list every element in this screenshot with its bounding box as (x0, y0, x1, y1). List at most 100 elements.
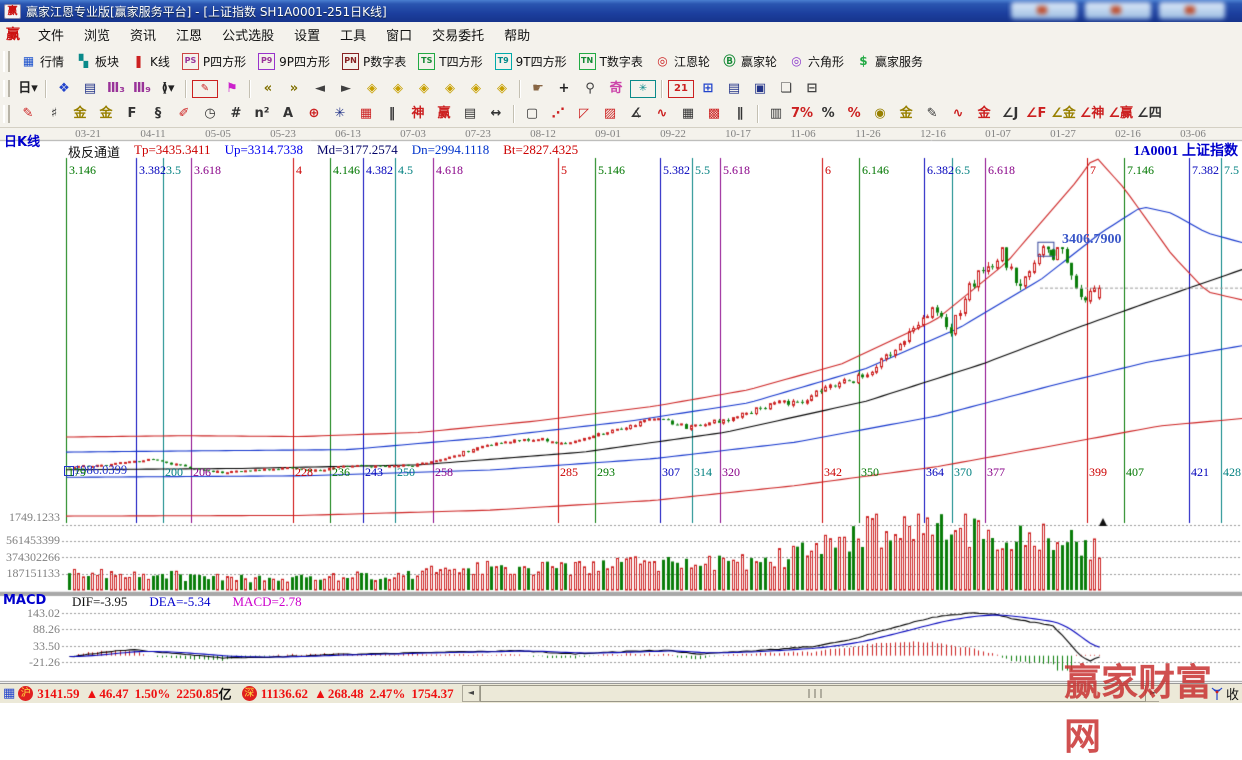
crosshair-icon[interactable]: + (552, 79, 576, 99)
grid-c-icon[interactable]: ▩ (702, 104, 726, 124)
gann-diamond-2-icon[interactable]: ◈ (386, 79, 410, 99)
corner-fan-icon[interactable]: ◸ (572, 104, 596, 124)
menu-item-3[interactable]: 江恩 (166, 23, 212, 46)
box-hatch-icon[interactable]: ▨ (598, 104, 622, 124)
hand-tool-icon[interactable]: ☛ (526, 79, 550, 99)
calculator-icon[interactable]: ⊞ (696, 79, 720, 99)
shen-tool-icon[interactable]: 神 (406, 104, 430, 124)
scrollbar-thumb[interactable] (480, 685, 1146, 702)
sz-index-icon[interactable]: 深 (242, 686, 257, 701)
toolbar-button-t-square[interactable]: TST四方形 (412, 51, 488, 72)
ruler-123-icon[interactable]: ▤ (458, 104, 482, 124)
sh-index-icon[interactable]: 沪 (18, 686, 33, 701)
grid-b-icon[interactable]: ▦ (676, 104, 700, 124)
spiral-icon[interactable]: § (146, 104, 170, 124)
toolbar-button-gann-wheel[interactable]: ◎江恩轮 (649, 51, 716, 72)
gold-gann-b-icon[interactable]: 金 (94, 104, 118, 124)
hatch-ruler-icon[interactable]: ♯ (42, 104, 66, 124)
save-icon[interactable]: ▣ (748, 79, 772, 99)
smart-analysis-icon[interactable]: ✳ (630, 80, 656, 98)
menu-item-6[interactable]: 工具 (330, 23, 376, 46)
fan-lines-icon[interactable]: ⋰ (546, 104, 570, 124)
gann-diamond-3-icon[interactable]: ◈ (412, 79, 436, 99)
report-icon[interactable]: ▤ (722, 79, 746, 99)
angle-f-icon[interactable]: ∠F (1024, 104, 1048, 124)
toolbar-button-hexagon[interactable]: ◎六角形 (783, 51, 850, 72)
toolbar-button-t-number[interactable]: TNT数字表 (573, 51, 649, 72)
market-table-icon[interactable]: ▦ (3, 686, 15, 701)
gold-red-icon[interactable]: 金 (972, 104, 996, 124)
sh-index-price[interactable]: 3141.59 (37, 686, 79, 702)
menu-item-4[interactable]: 公式选股 (212, 23, 284, 46)
gann-diamond-5-icon[interactable]: ◈ (464, 79, 488, 99)
angle-icon[interactable]: ∡ (624, 104, 648, 124)
gold-gann-a-icon[interactable]: 金 (68, 104, 92, 124)
percent-line-icon[interactable]: % (842, 104, 866, 124)
toolbar-button-p-square[interactable]: PSP四方形 (176, 51, 252, 72)
ying-tool-icon[interactable]: 赢 (432, 104, 456, 124)
percent-icon[interactable]: % (816, 104, 840, 124)
menu-item-1[interactable]: 浏览 (74, 23, 120, 46)
apex-line-icon[interactable]: A (276, 104, 300, 124)
spider-web-icon[interactable]: ✳ (328, 104, 352, 124)
toolbar-button-p-number[interactable]: PNP数字表 (336, 51, 412, 72)
angle-j-icon[interactable]: ∠J (998, 104, 1022, 124)
nav-prev-icon[interactable]: ◄ (308, 79, 332, 99)
angle-shen-icon[interactable]: ∠神 (1079, 104, 1106, 124)
period-candle-icon[interactable]: 日▾ (16, 79, 40, 99)
angle-ying-icon[interactable]: ∠赢 (1107, 104, 1134, 124)
grid-red-icon[interactable]: ▦ (354, 104, 378, 124)
scroll-left-button[interactable]: ◄ (462, 685, 480, 702)
wave-b-icon[interactable]: ∿ (946, 104, 970, 124)
volume-ruler-icon[interactable]: ▥ (764, 104, 788, 124)
width-arrow-icon[interactable]: ↔ (484, 104, 508, 124)
menu-item-5[interactable]: 设置 (284, 23, 330, 46)
snapshot-icon[interactable]: ❏ (774, 79, 798, 99)
circle-cross-icon[interactable]: ⊕ (302, 104, 326, 124)
menu-item-9[interactable]: 帮助 (494, 23, 540, 46)
toolbar-button-9p-square[interactable]: P99P四方形 (252, 51, 336, 72)
nav-last-icon[interactable]: » (282, 79, 306, 99)
toolbar-button-service[interactable]: $赢家服务 (850, 51, 929, 72)
bar-pair-icon[interactable]: ‖ (380, 104, 404, 124)
color-flag-icon[interactable]: ⚑ (220, 79, 244, 99)
angle-gold-icon[interactable]: ∠金 (1050, 104, 1077, 124)
edit-formula-icon[interactable]: ✎ (192, 80, 218, 98)
gold-bar-icon[interactable]: 金 (894, 104, 918, 124)
fib-f-icon[interactable]: F (120, 104, 144, 124)
toolbar-button-kline[interactable]: ❚K线 (125, 51, 176, 72)
cycle-clock-icon[interactable]: ◷ (198, 104, 222, 124)
chart-9-icon[interactable]: Ⅲ₉ (130, 79, 154, 99)
gann-diamond-4-icon[interactable]: ◈ (438, 79, 462, 99)
menu-item-0[interactable]: 文件 (28, 23, 74, 46)
market-monitor-icon[interactable]: ❖ (52, 79, 76, 99)
horizontal-scrollbar[interactable]: ◄ ► (462, 685, 1162, 700)
scrollbar-track[interactable] (480, 685, 1144, 700)
hatch-b-icon[interactable]: # (224, 104, 248, 124)
angle-si-icon[interactable]: ∠四 (1136, 104, 1163, 124)
pencil-icon[interactable]: ✎ (16, 104, 40, 124)
toolbar-button-winner-wheel[interactable]: Ⓑ赢家轮 (716, 51, 783, 72)
parallel-lines-icon[interactable]: ∥ (728, 104, 752, 124)
chart-3-icon[interactable]: Ⅲ₃ (104, 79, 128, 99)
nav-first-icon[interactable]: « (256, 79, 280, 99)
menu-item-8[interactable]: 交易委托 (422, 23, 494, 46)
sz-index-price[interactable]: 11136.62 (261, 686, 308, 702)
box-select-icon[interactable]: ▢ (520, 104, 544, 124)
calendar-icon[interactable]: 21 (668, 80, 694, 98)
toolbar-button-9t-square[interactable]: T99T四方形 (489, 51, 573, 72)
nav-next-icon[interactable]: ► (334, 79, 358, 99)
wave-icon[interactable]: ∿ (650, 104, 674, 124)
pencil-b-icon[interactable]: ✐ (172, 104, 196, 124)
n-square-icon[interactable]: n² (250, 104, 274, 124)
kline-chart-canvas[interactable] (0, 127, 1242, 683)
info-list-icon[interactable]: ▤ (78, 79, 102, 99)
menu-item-2[interactable]: 资讯 (120, 23, 166, 46)
zoom-tool-icon[interactable]: ⚲ (578, 79, 602, 99)
gann-diamond-1-icon[interactable]: ◈ (360, 79, 384, 99)
menu-item-7[interactable]: 窗口 (376, 23, 422, 46)
toolbar-button-market-grid[interactable]: ▦行情 (15, 51, 70, 72)
gold-circle-icon[interactable]: ◉ (868, 104, 892, 124)
toolbar-button-sectors[interactable]: ▚板块 (70, 51, 125, 72)
candle-edit-icon[interactable]: ✎ (920, 104, 944, 124)
